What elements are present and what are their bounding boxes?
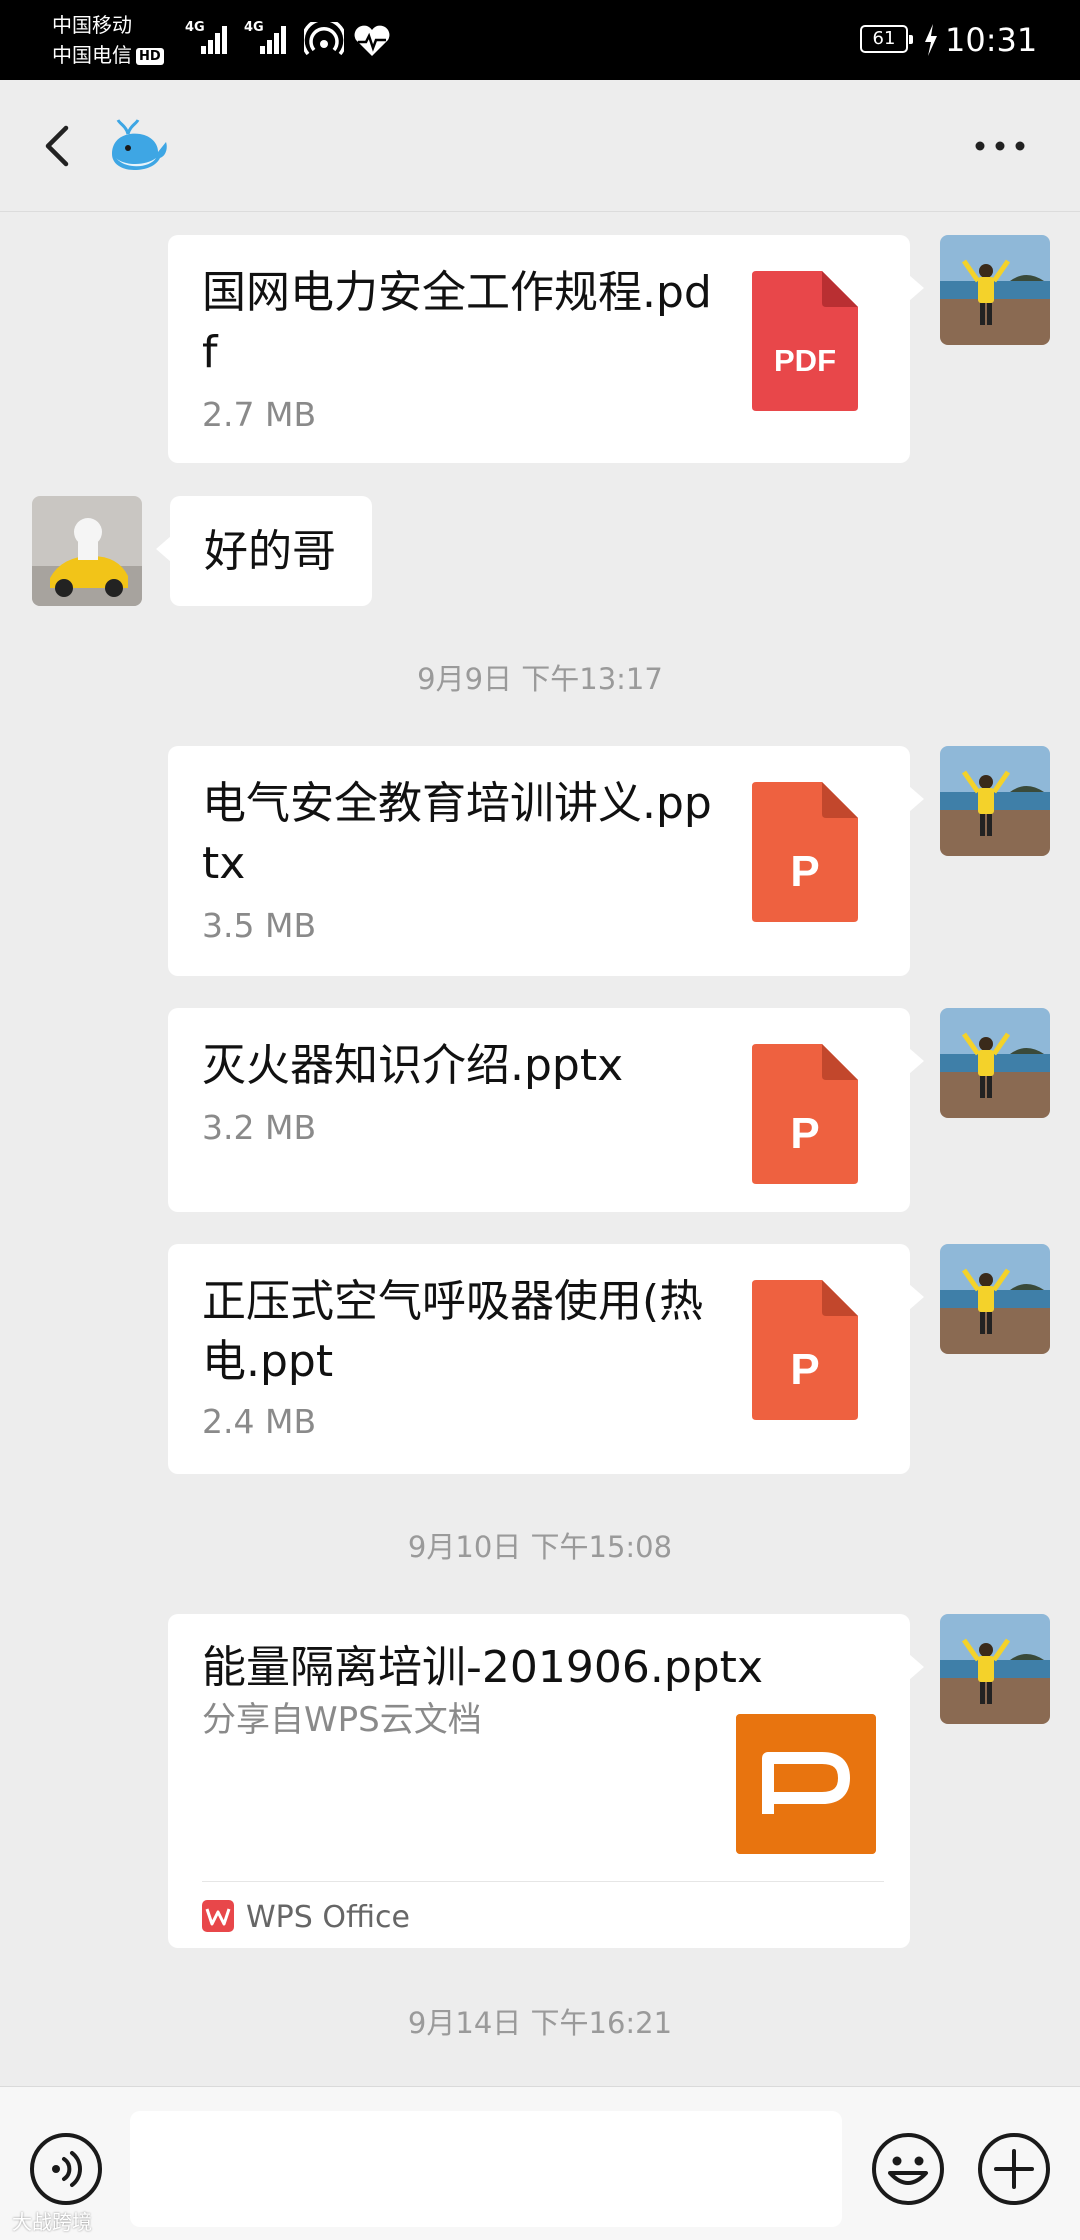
timestamp: 9月10日 下午15:08 <box>407 1530 673 1564</box>
carrier-label-1: 中国移动 <box>52 13 132 37</box>
carrier-label-2: 中国电信 HD <box>52 42 164 68</box>
contact-avatar[interactable] <box>32 496 142 606</box>
input-bar <box>0 2086 1080 2240</box>
file-size: 2.7 MB <box>202 395 317 434</box>
ppt-file-icon: P <box>752 782 858 922</box>
ppt-file-icon: P <box>752 1280 858 1420</box>
file-name: 电气安全教育培训讲义.pptx <box>202 778 712 889</box>
my-avatar[interactable] <box>940 1614 1050 1724</box>
file-size: 2.4 MB <box>202 1402 317 1441</box>
hd-badge: HD <box>136 48 164 65</box>
timestamp: 9月14日 下午16:21 <box>407 2006 673 2040</box>
chat-header <box>0 80 1080 212</box>
link-title: 能量隔离培训-201906.pptx <box>202 1642 763 1693</box>
watermark: 大战跨境 <box>12 2210 92 2234</box>
ppt-icon-label: P <box>790 1109 819 1158</box>
file-bubble[interactable]: 正压式空气呼吸器使用(热电.ppt 2.4 MB P <box>168 1244 924 1474</box>
charging-icon <box>925 24 937 56</box>
signal-1-icon: 4G <box>185 20 231 64</box>
signal-2-icon: 4G <box>244 20 290 64</box>
my-avatar[interactable] <box>940 235 1050 345</box>
whale-emoji-icon <box>112 119 167 170</box>
my-avatar[interactable] <box>940 746 1050 856</box>
wps-logo-icon <box>202 1900 234 1932</box>
voice-icon[interactable] <box>28 2131 104 2207</box>
my-avatar[interactable] <box>940 1008 1050 1118</box>
file-size: 3.2 MB <box>202 1108 317 1147</box>
file-bubble[interactable]: 国网电力安全工作规程.pdf 2.7 MB PDF <box>168 235 924 463</box>
wps-presentation-icon <box>736 1714 876 1854</box>
link-card-bubble[interactable]: 能量隔离培训-201906.pptx 分享自WPS云文档 WPS Office <box>168 1614 924 1948</box>
carrier-label-2-text: 中国电信 <box>52 43 132 67</box>
hotspot-icon <box>304 22 344 56</box>
file-bubble[interactable]: 灭火器知识介绍.pptx 3.2 MB P <box>168 1008 924 1212</box>
ppt-icon-label: P <box>790 1345 819 1394</box>
plus-icon[interactable] <box>976 2131 1052 2207</box>
message-text: 好的哥 <box>204 526 336 577</box>
pdf-icon-label: PDF <box>774 343 836 378</box>
ppt-file-icon: P <box>752 1044 858 1184</box>
link-source: WPS Office <box>202 1898 410 1938</box>
file-name: 国网电力安全工作规程.pdf <box>202 267 712 378</box>
link-source-label: WPS Office <box>246 1900 410 1935</box>
timestamp: 9月9日 下午13:17 <box>417 662 663 696</box>
file-size: 3.5 MB <box>202 906 317 945</box>
file-name: 正压式空气呼吸器使用(热电.ppt <box>202 1276 704 1387</box>
divider <box>202 1881 884 1882</box>
link-subtitle: 分享自WPS云文档 <box>202 1700 482 1740</box>
network-type-2: 4G <box>244 20 264 35</box>
message-input[interactable] <box>130 2111 842 2227</box>
heart-rate-icon <box>354 25 390 56</box>
battery-icon: 61 <box>860 25 913 53</box>
chevron-left-icon[interactable] <box>30 116 90 176</box>
emoji-icon[interactable] <box>870 2131 946 2207</box>
status-bar: 中国移动 中国电信 HD 4G 4G 61 10:31 <box>0 0 1080 80</box>
more-dots-icon[interactable] <box>968 126 1032 166</box>
file-name: 灭火器知识介绍.pptx <box>202 1040 624 1091</box>
ppt-icon-label: P <box>790 847 819 896</box>
network-type-1: 4G <box>185 20 205 35</box>
clock: 10:31 <box>945 21 1038 59</box>
file-bubble[interactable]: 电气安全教育培训讲义.pptx 3.5 MB P <box>168 746 924 976</box>
my-avatar[interactable] <box>940 1244 1050 1354</box>
pdf-file-icon: PDF <box>752 271 858 411</box>
chat-screen: 中国移动 中国电信 HD 4G 4G 61 10:31 国网电力安全工作规程.p… <box>0 0 1080 2240</box>
text-bubble[interactable]: 好的哥 <box>156 496 372 606</box>
